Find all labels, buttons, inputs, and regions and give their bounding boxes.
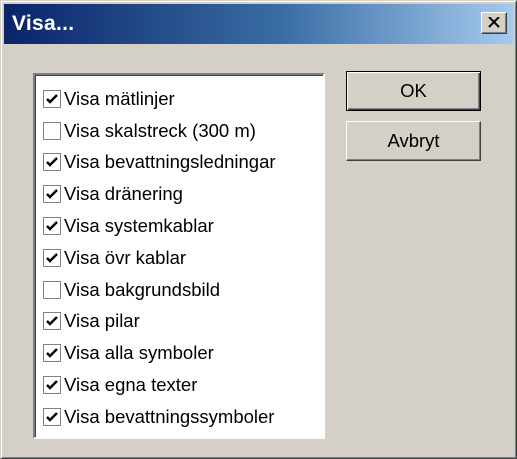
checkmark-icon bbox=[46, 348, 58, 358]
list-item[interactable]: Visa dränering bbox=[43, 178, 276, 210]
options-list: Visa mätlinjer Visa skalstreck (300 m) Vis… bbox=[43, 83, 276, 433]
checkmark-icon bbox=[46, 94, 58, 104]
title-bar[interactable]: Visa... bbox=[4, 4, 513, 44]
checkmark-icon bbox=[46, 253, 58, 263]
close-icon bbox=[488, 17, 500, 28]
list-item-label: Visa bevattningsledningar bbox=[64, 151, 276, 173]
checkmark-icon bbox=[46, 189, 58, 199]
checkbox-checked[interactable] bbox=[43, 153, 61, 172]
checkbox-checked[interactable] bbox=[43, 185, 61, 204]
checkbox-unchecked[interactable] bbox=[43, 280, 61, 299]
list-item-label: Visa övr kablar bbox=[64, 246, 187, 268]
list-item[interactable]: Visa alla symboler bbox=[43, 337, 276, 369]
list-item-label: Visa bakgrundsbild bbox=[64, 278, 220, 300]
checkmark-icon bbox=[46, 316, 58, 327]
checkbox-checked[interactable] bbox=[43, 407, 61, 426]
list-item-label: Visa mätlinjer bbox=[64, 87, 175, 109]
list-item-label: Visa pilar bbox=[64, 310, 140, 332]
checkmark-icon bbox=[46, 157, 58, 168]
checkmark-icon bbox=[46, 380, 58, 390]
ok-button[interactable]: OK bbox=[346, 71, 481, 111]
options-listbox[interactable]: Visa mätlinjer Visa skalstreck (300 m) Vis… bbox=[33, 73, 325, 439]
list-item-label: Visa egna texter bbox=[64, 374, 198, 396]
checkmark-icon bbox=[46, 221, 58, 231]
checkbox-checked[interactable] bbox=[43, 312, 61, 331]
list-item-label: Visa bevattningssymboler bbox=[64, 405, 275, 427]
list-item[interactable]: Visa mätlinjer bbox=[43, 83, 276, 115]
checkbox-checked[interactable] bbox=[43, 248, 61, 267]
cancel-button[interactable]: Avbryt bbox=[346, 121, 481, 161]
checkbox-checked[interactable] bbox=[43, 376, 61, 395]
list-item[interactable]: Visa pilar bbox=[43, 306, 276, 338]
list-item-label: Visa dränering bbox=[64, 183, 183, 205]
list-item[interactable]: Visa egna texter bbox=[43, 369, 276, 401]
window-title: Visa... bbox=[12, 12, 75, 35]
checkbox-unchecked[interactable] bbox=[43, 121, 61, 140]
list-item[interactable]: Visa övr kablar bbox=[43, 242, 276, 274]
dialog-window: Visa... Visa mätlinjer Visa skalstreck (3… bbox=[0, 0, 517, 459]
list-item[interactable]: Visa skalstreck (300 m) bbox=[43, 115, 276, 147]
list-item[interactable]: Visa systemkablar bbox=[43, 210, 276, 242]
checkbox-checked[interactable] bbox=[43, 217, 61, 236]
close-button[interactable] bbox=[481, 12, 507, 34]
checkbox-checked[interactable] bbox=[43, 89, 61, 108]
checkmark-icon bbox=[46, 412, 58, 422]
list-item[interactable]: Visa bevattningsledningar bbox=[43, 147, 276, 179]
list-item-label: Visa systemkablar bbox=[64, 215, 214, 237]
list-item-label: Visa alla symboler bbox=[64, 342, 214, 364]
list-item[interactable]: Visa bevattningssymboler bbox=[43, 401, 276, 433]
list-item[interactable]: Visa bakgrundsbild bbox=[43, 274, 276, 306]
list-item-label: Visa skalstreck (300 m) bbox=[64, 119, 256, 141]
checkbox-checked[interactable] bbox=[43, 344, 61, 363]
